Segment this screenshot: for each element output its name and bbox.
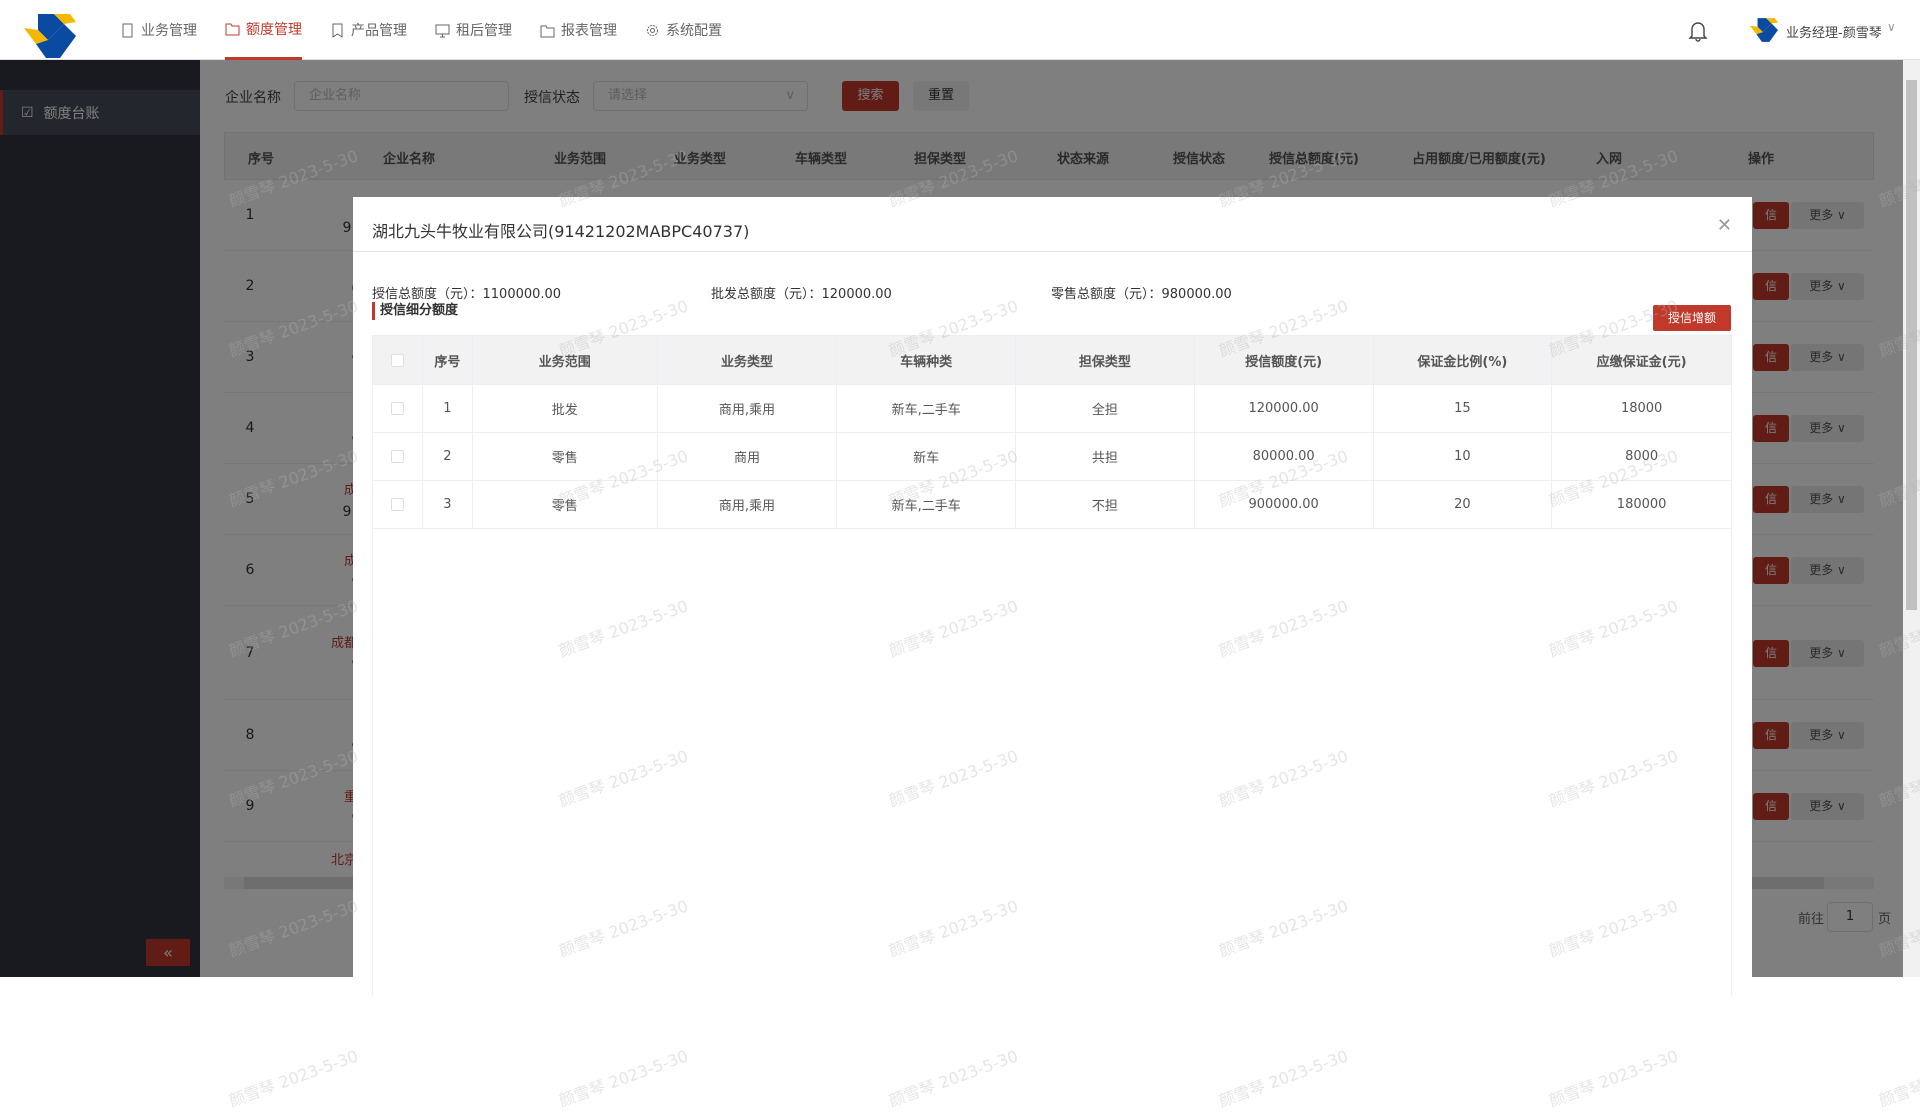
close-icon[interactable]: ✕ xyxy=(1717,215,1732,236)
table-cell: 不担 xyxy=(1016,481,1195,528)
tab-2[interactable]: 产品管理 xyxy=(330,0,407,60)
total-credit: 授信总额度（元）：1100000.00 xyxy=(372,287,562,302)
table-cell: 180000 xyxy=(1616,497,1667,512)
table-cell: 3 xyxy=(423,481,473,528)
watermark: 颜雪琴 2023-5-30 xyxy=(1216,1046,1351,1111)
table-row: 1 批发 商用,乘用 新车,二手车 全担 120000.00 15 18000 xyxy=(373,385,1731,433)
row-checkbox[interactable] xyxy=(390,498,404,511)
table-cell: 零售 xyxy=(473,433,658,480)
column-header: 序号 xyxy=(423,336,473,384)
table-cell: 8000 xyxy=(1625,449,1659,464)
table-cell: 商用,乘用 xyxy=(658,385,838,432)
tablet-icon xyxy=(122,23,133,37)
table-cell: 10 xyxy=(1374,433,1553,480)
table-cell: 商用 xyxy=(658,433,838,480)
tab-5[interactable]: 系统配置 xyxy=(645,0,722,60)
credit-detail-table: 序号 业务范围 业务类型 车辆种类 担保类型 授信额度(元) 保证金比例(%) 应缴保证金(元… xyxy=(372,335,1732,995)
credit-detail-dialog: 湖北九头牛牧业有限公司(91421202MABPC40737) ✕ 授信总额度（… xyxy=(353,197,1752,995)
table-cell: 120000.00 xyxy=(1195,385,1374,432)
table-cell: 批发 xyxy=(473,385,658,432)
logo-icon xyxy=(24,14,76,58)
row-checkbox[interactable] xyxy=(390,450,404,463)
credit-increase-button[interactable]: 授信增额 xyxy=(1653,305,1731,331)
folder-icon xyxy=(225,23,240,36)
column-header: 应缴保证金(元) xyxy=(1596,354,1687,370)
avatar[interactable] xyxy=(1750,18,1778,42)
table-cell: 80000.00 xyxy=(1195,433,1374,480)
page-scrollbar[interactable] xyxy=(1903,60,1920,977)
table-cell: 2 xyxy=(423,433,473,480)
folder-icon xyxy=(540,25,555,37)
table-cell: 15 xyxy=(1374,385,1553,432)
table-cell: 20 xyxy=(1374,481,1553,528)
tab-label: 额度管理 xyxy=(246,21,302,38)
select-all-checkbox[interactable] xyxy=(390,353,404,367)
table-row: 3 零售 商用,乘用 新车,二手车 不担 900000.00 20 180000 xyxy=(373,481,1731,529)
column-header: 担保类型 xyxy=(1016,336,1195,384)
watermark: 颜雪琴 2023-5-30 xyxy=(556,1046,691,1111)
tab-label: 产品管理 xyxy=(351,23,407,39)
table-cell: 新车,二手车 xyxy=(837,385,1017,432)
tab-label: 业务管理 xyxy=(141,23,197,39)
chevron-down-icon[interactable]: ∨ xyxy=(1887,20,1896,34)
tab-label: 系统配置 xyxy=(666,23,722,39)
user-menu[interactable]: 业务经理-颜雪琴 xyxy=(1786,22,1882,41)
tab-label: 租后管理 xyxy=(456,23,512,39)
tab-3[interactable]: 租后管理 xyxy=(435,0,512,60)
table-cell: 18000 xyxy=(1620,401,1663,416)
bookmark-icon xyxy=(332,23,343,38)
bell-icon[interactable] xyxy=(1688,20,1708,42)
column-header: 车辆种类 xyxy=(837,336,1017,384)
watermark: 颜雪琴 2023-5-30 xyxy=(226,1046,361,1111)
tab-label: 报表管理 xyxy=(561,23,617,39)
tab-0[interactable]: 业务管理 xyxy=(120,0,197,60)
table-cell: 1 xyxy=(423,385,473,432)
tab-4[interactable]: 报表管理 xyxy=(540,0,617,60)
section-title: 授信细分额度 xyxy=(372,302,458,320)
column-header: 业务范围 xyxy=(473,336,658,384)
column-header: 授信额度(元) xyxy=(1195,336,1374,384)
tab-1[interactable]: 额度管理 xyxy=(225,0,302,60)
watermark: 颜雪琴 2023-5-30 xyxy=(886,1046,1021,1111)
table-cell: 全担 xyxy=(1016,385,1195,432)
dialog-title: 湖北九头牛牧业有限公司(91421202MABPC40737) xyxy=(372,222,750,241)
table-cell: 商用,乘用 xyxy=(658,481,838,528)
row-checkbox[interactable] xyxy=(390,402,404,415)
table-cell: 新车 xyxy=(837,433,1017,480)
table-cell: 900000.00 xyxy=(1195,481,1374,528)
table-cell: 共担 xyxy=(1016,433,1195,480)
table-header: 序号 业务范围 业务类型 车辆种类 担保类型 授信额度(元) 保证金比例(%) 应缴保证金(元… xyxy=(373,336,1731,385)
monitor-icon xyxy=(435,24,450,37)
divider xyxy=(353,251,1752,252)
table-row: 2 零售 商用 新车 共担 80000.00 10 8000 xyxy=(373,433,1731,481)
top-header: 业务管理 额度管理 产品管理 租后管理 报表管理 系统配置 业务经理-颜雪琴 ∨ xyxy=(0,0,1920,60)
wholesale-credit: 批发总额度（元）：120000.00 xyxy=(711,287,892,302)
watermark: 颜雪琴 2023-5-30 xyxy=(1546,1046,1681,1111)
column-header: 业务类型 xyxy=(658,336,838,384)
retail-credit: 零售总额度（元）：980000.00 xyxy=(1051,287,1232,302)
table-cell: 零售 xyxy=(473,481,658,528)
column-header: 保证金比例(%) xyxy=(1374,336,1553,384)
table-cell: 新车,二手车 xyxy=(837,481,1017,528)
gear-icon xyxy=(647,24,658,36)
watermark: 颜雪琴 2023-5-30 xyxy=(1876,1046,1920,1111)
